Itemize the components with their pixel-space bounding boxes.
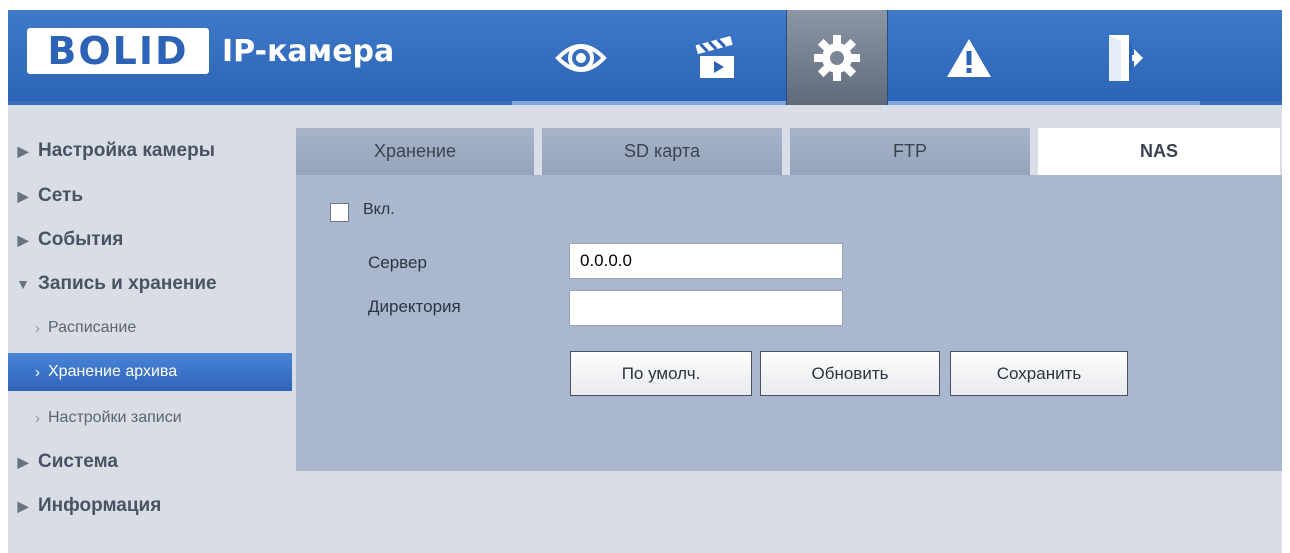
server-input[interactable]: [569, 243, 843, 279]
sidebar-subitem-archive-storage[interactable]: › Хранение архива: [8, 353, 292, 391]
tab-sd-card[interactable]: SD карта: [542, 128, 782, 175]
save-button[interactable]: Сохранить: [950, 351, 1128, 396]
sidebar-item-label: Сеть: [38, 185, 84, 206]
sidebar-item-recording-storage[interactable]: ▼ Запись и хранение: [8, 264, 292, 304]
sidebar-subitem-record-settings[interactable]: › Настройки записи: [8, 399, 292, 437]
brand-logo: BOLID: [27, 28, 209, 74]
sidebar-subitem-label: Хранение архива: [48, 363, 178, 380]
server-label: Сервер: [368, 253, 427, 272]
gear-icon: [814, 34, 860, 81]
sidebar-item-label: Настройка камеры: [38, 140, 215, 161]
enable-label: Вкл.: [363, 201, 395, 218]
chevron-right-icon: ›: [35, 319, 40, 337]
brand-logo-text: BOLID: [47, 29, 189, 73]
sidebar-item-events[interactable]: ▶ События: [8, 220, 292, 260]
nav-settings-button[interactable]: [786, 10, 888, 105]
nav-live-view-button[interactable]: [530, 10, 632, 105]
refresh-button[interactable]: Обновить: [760, 351, 940, 396]
triangle-down-icon: ▼: [16, 276, 30, 292]
directory-input[interactable]: [569, 290, 843, 326]
sidebar-subitem-label: Расписание: [48, 319, 137, 336]
triangle-right-icon: ▶: [17, 453, 29, 470]
sidebar-item-label: Система: [38, 451, 118, 472]
nav-playback-button[interactable]: [665, 10, 767, 105]
sidebar-item-label: Информация: [38, 495, 162, 516]
logout-icon: [1109, 34, 1143, 81]
sidebar-subitem-schedule[interactable]: › Расписание: [8, 309, 292, 347]
tab-ftp[interactable]: FTP: [790, 128, 1030, 175]
tab-storage[interactable]: Хранение: [296, 128, 534, 175]
triangle-right-icon: ▶: [17, 142, 29, 159]
eye-icon: [555, 43, 607, 72]
default-button[interactable]: По умолч.: [570, 351, 752, 396]
clapperboard-icon: [695, 35, 734, 78]
sidebar-item-camera-settings[interactable]: ▶ Настройка камеры: [8, 131, 292, 171]
chevron-right-icon: ›: [35, 409, 40, 427]
sidebar-item-label: События: [38, 229, 124, 250]
enable-checkbox[interactable]: [330, 203, 349, 222]
triangle-right-icon: ▶: [17, 497, 29, 514]
sidebar-item-system[interactable]: ▶ Система: [8, 442, 292, 482]
tab-nas[interactable]: NAS: [1038, 128, 1280, 175]
triangle-right-icon: ▶: [17, 231, 29, 248]
nav-alarm-button[interactable]: [918, 10, 1020, 105]
chevron-right-icon: ›: [35, 363, 40, 381]
sidebar-item-label: Запись и хранение: [38, 273, 217, 294]
sidebar-item-network[interactable]: ▶ Сеть: [8, 176, 292, 216]
triangle-right-icon: ▶: [17, 187, 29, 204]
sidebar-subitem-label: Настройки записи: [48, 409, 182, 426]
directory-label: Директория: [368, 297, 461, 316]
sidebar-item-information[interactable]: ▶ Информация: [8, 486, 292, 526]
product-name: IP-камера: [222, 34, 395, 69]
warning-icon: [947, 38, 991, 77]
nav-logout-button[interactable]: [1074, 10, 1176, 105]
